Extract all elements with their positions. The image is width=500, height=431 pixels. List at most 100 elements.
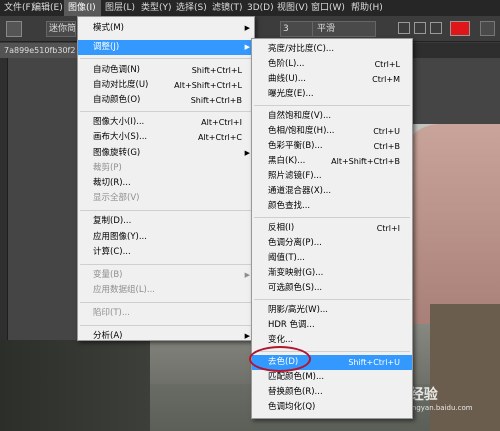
menu-file[interactable]: 文件(F)	[0, 0, 34, 16]
menu-item-threshold[interactable]: 阈值(T)...	[252, 251, 412, 266]
menu-item-label: 颜色查找...	[268, 201, 311, 211]
menu-filter[interactable]: 滤镜(T)	[208, 0, 243, 16]
menu-item-exposure[interactable]: 曝光度(E)...	[252, 87, 412, 102]
menu-item-label: 复制(D)...	[93, 216, 132, 226]
menu-window[interactable]: 窗口(W)	[307, 0, 347, 16]
menu-edit[interactable]: 编辑(E)	[28, 0, 64, 16]
menu-item-analysis[interactable]: 分析(A) ▶	[78, 329, 254, 344]
highlight-circle-annotation	[249, 346, 311, 372]
menu-item-label: 亮度/对比度(C)...	[268, 44, 335, 54]
menu-item-gradient-map[interactable]: 渐变映射(G)...	[252, 266, 412, 281]
menu-item-channel-mixer[interactable]: 通道混合器(X)...	[252, 184, 412, 199]
menu-item-replace-color[interactable]: 替换颜色(R)...	[252, 385, 412, 400]
menu-item-reveal-all[interactable]: 显示全部(V)	[78, 191, 254, 206]
menu-item-shortcut: Ctrl+U	[373, 127, 400, 136]
menu-item-levels[interactable]: 色阶(L)... Ctrl+L	[252, 57, 412, 72]
menu-item-label: HDR 色调...	[268, 320, 315, 330]
antialias-select[interactable]: 平滑	[312, 21, 376, 37]
menu-item-shortcut: Ctrl+B	[373, 142, 400, 151]
document-tab[interactable]: 7a899e510fb30f2	[0, 43, 78, 58]
menu-item-auto-contrast[interactable]: 自动对比度(U) Alt+Shift+Ctrl+L	[78, 78, 254, 93]
menu-item-auto-tone[interactable]: 自动色调(N) Shift+Ctrl+L	[78, 63, 254, 78]
menu-item-variables[interactable]: 变量(B) ▶	[78, 268, 254, 283]
panel-toggle-icon[interactable]	[480, 21, 495, 36]
menu-item-selective-color[interactable]: 可选颜色(S)...	[252, 281, 412, 296]
menu-item-label: 裁剪(P)	[93, 163, 122, 173]
menu-3d[interactable]: 3D(D)	[243, 0, 274, 16]
menu-item-brightness-contrast[interactable]: 亮度/对比度(C)...	[252, 42, 412, 57]
align-right-icon[interactable]	[430, 22, 442, 34]
menu-item-posterize[interactable]: 色调分离(P)...	[252, 236, 412, 251]
menu-item-adjust[interactable]: 调整(J) ▶	[78, 40, 254, 55]
submenu-arrow-icon: ▶	[244, 332, 250, 340]
menu-item-curves[interactable]: 曲线(U)... Ctrl+M	[252, 72, 412, 87]
menu-separator	[254, 217, 410, 218]
menu-item-label: 自然饱和度(V)...	[268, 111, 332, 121]
menu-select[interactable]: 选择(S)	[172, 0, 208, 16]
menu-item-shadows-highlights[interactable]: 阴影/高光(W)...	[252, 303, 412, 318]
menu-item-calculations[interactable]: 计算(C)...	[78, 245, 254, 260]
menu-item-label: 可选颜色(S)...	[268, 283, 323, 293]
menu-help[interactable]: 帮助(H)	[347, 0, 383, 16]
menu-item-label: 阴影/高光(W)...	[268, 305, 329, 315]
menu-item-hdr-toning[interactable]: HDR 色调...	[252, 318, 412, 333]
menu-item-label: 色调均化(Q)	[268, 402, 316, 412]
menu-separator	[80, 264, 252, 265]
menu-item-canvas-size[interactable]: 画布大小(S)... Alt+Ctrl+C	[78, 130, 254, 145]
font-style-select[interactable]: 迷你简	[46, 21, 76, 37]
menu-item-label: 匹配颜色(M)...	[268, 372, 325, 382]
menu-item-shortcut: Alt+Shift+Ctrl+L	[174, 81, 242, 90]
menu-item-label: 自动颜色(O)	[93, 95, 141, 105]
menu-item-label: 图像旋转(G)	[93, 148, 141, 158]
align-left-icon[interactable]	[398, 22, 410, 34]
menu-item-trim[interactable]: 裁切(R)...	[78, 176, 254, 191]
menu-item-mode[interactable]: 模式(M) ▶	[78, 21, 254, 36]
photo-figure	[400, 124, 500, 324]
menu-item-equalize[interactable]: 色调均化(Q)	[252, 400, 412, 415]
menu-item-label: 自动色调(N)	[93, 65, 140, 75]
menu-item-label: 黑白(K)...	[268, 156, 306, 166]
submenu-arrow-icon: ▶	[244, 43, 250, 51]
menu-item-image-rotation[interactable]: 图像旋转(G) ▶	[78, 146, 254, 161]
menu-item-shortcut: Shift+Ctrl+L	[191, 66, 242, 75]
menu-item-shortcut: Alt+Ctrl+C	[197, 133, 242, 142]
menu-item-image-size[interactable]: 图像大小(I)... Alt+Ctrl+I	[78, 115, 254, 130]
menu-item-label: 调整(J)	[93, 42, 120, 52]
menu-item-label: 通道混合器(X)...	[268, 186, 332, 196]
menu-item-apply-data-set[interactable]: 应用数据组(L)...	[78, 283, 254, 298]
menu-view[interactable]: 视图(V)	[273, 0, 308, 16]
menu-item-label: 显示全部(V)	[93, 193, 140, 203]
menu-item-label: 模式(M)	[93, 23, 124, 33]
menu-item-apply-image[interactable]: 应用图像(Y)...	[78, 230, 254, 245]
menu-layer[interactable]: 图层(L)	[101, 0, 137, 16]
menu-item-hue-saturation[interactable]: 色相/饱和度(H)... Ctrl+U	[252, 124, 412, 139]
menu-item-invert[interactable]: 反相(I) Ctrl+I	[252, 221, 412, 236]
menu-item-shortcut: Alt+Shift+Ctrl+B	[331, 157, 400, 166]
menu-item-label: 应用数据组(L)...	[93, 285, 155, 295]
menu-item-label: 图像大小(I)...	[93, 117, 145, 127]
menu-item-vibrance[interactable]: 自然饱和度(V)...	[252, 109, 412, 124]
menu-separator	[80, 302, 252, 303]
menu-item-color-balance[interactable]: 色彩平衡(B)... Ctrl+B	[252, 139, 412, 154]
menu-item-label: 曲线(U)...	[268, 74, 306, 84]
menu-separator	[80, 325, 252, 326]
align-center-icon[interactable]	[414, 22, 426, 34]
menu-item-trap[interactable]: 陷印(T)...	[78, 306, 254, 321]
menu-item-photo-filter[interactable]: 照片滤镜(F)...	[252, 169, 412, 184]
menu-item-black-white[interactable]: 黑白(K)... Alt+Shift+Ctrl+B	[252, 154, 412, 169]
menu-item-label: 替换颜色(R)...	[268, 387, 323, 397]
menu-item-crop[interactable]: 裁剪(P)	[78, 161, 254, 176]
menu-item-shortcut: Shift+Ctrl+B	[190, 96, 242, 105]
menu-separator	[80, 111, 252, 112]
menu-item-label: 分析(A)	[93, 331, 123, 341]
menu-item-auto-color[interactable]: 自动颜色(O) Shift+Ctrl+B	[78, 93, 254, 108]
text-color-swatch[interactable]	[450, 21, 470, 36]
menu-image[interactable]: 图像(I)	[64, 0, 101, 16]
menu-item-duplicate[interactable]: 复制(D)...	[78, 214, 254, 229]
menu-item-shortcut: Alt+Ctrl+I	[201, 118, 242, 127]
menu-item-color-lookup[interactable]: 颜色查找...	[252, 199, 412, 214]
menu-item-label: 变化...	[268, 335, 294, 345]
text-tool-icon[interactable]	[6, 21, 22, 37]
menu-item-match-color[interactable]: 匹配颜色(M)...	[252, 370, 412, 385]
menu-type[interactable]: 类型(Y)	[137, 0, 172, 16]
